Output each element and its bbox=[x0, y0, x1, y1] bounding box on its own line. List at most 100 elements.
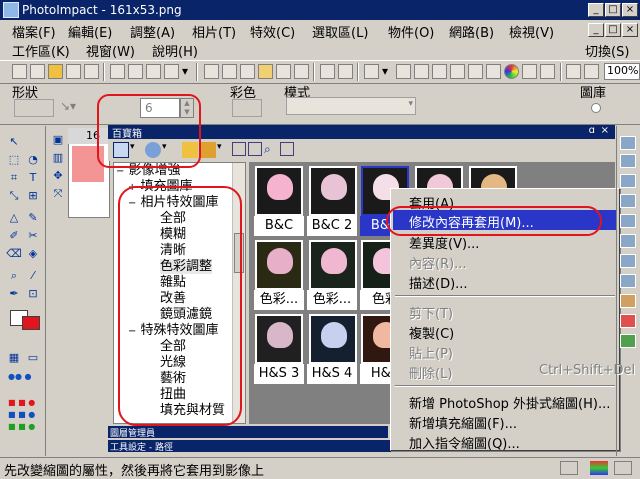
thumbnail[interactable] bbox=[255, 240, 303, 290]
search-icon[interactable]: ⌕ bbox=[264, 142, 278, 156]
color-wheel-icon[interactable] bbox=[504, 64, 519, 79]
brush-tool-icon[interactable]: ✎ bbox=[24, 210, 42, 226]
chevron-down-icon[interactable]: ▾ bbox=[217, 142, 227, 158]
panel-icon[interactable] bbox=[620, 174, 636, 188]
dropdown-arrow-icon[interactable]: ▾ bbox=[182, 64, 192, 79]
panel-icon[interactable] bbox=[620, 194, 636, 208]
strip-icon-2[interactable]: ▥ bbox=[49, 150, 67, 166]
lasso-tool-icon[interactable]: ◔ bbox=[24, 152, 42, 168]
panel-pin-icon[interactable]: ɑ bbox=[589, 125, 595, 136]
copy-icon[interactable] bbox=[240, 64, 255, 79]
open-folder-icon[interactable] bbox=[48, 64, 63, 79]
gallery-radio[interactable] bbox=[591, 103, 601, 113]
new-icon[interactable] bbox=[12, 64, 27, 79]
doc-close-button[interactable]: × bbox=[622, 23, 638, 37]
copy-icon[interactable] bbox=[280, 142, 294, 156]
crop-tool-icon[interactable]: ⌗ bbox=[5, 170, 23, 186]
paste-icon[interactable] bbox=[258, 64, 273, 79]
zoom-tool-icon[interactable]: ⌕ bbox=[5, 268, 23, 284]
mask-icons-blue[interactable]: ■ ■ ● bbox=[8, 410, 42, 419]
new-from-icon[interactable] bbox=[30, 64, 45, 79]
layer-manager-tab[interactable]: 圖層管理員 bbox=[108, 426, 388, 439]
transfer-icon[interactable] bbox=[204, 64, 219, 79]
menu-item-add-fill-thumbnail[interactable]: 新增填充縮圖(F)... bbox=[409, 413, 517, 432]
brightness-icon[interactable] bbox=[522, 64, 537, 79]
scan-icon[interactable] bbox=[164, 64, 179, 79]
strip-icon-3[interactable]: ✥ bbox=[49, 168, 67, 184]
mode-dropdown[interactable]: ▾ bbox=[286, 97, 416, 115]
view-icon[interactable] bbox=[232, 142, 246, 156]
menu-switch[interactable]: 切換(S) bbox=[585, 41, 629, 60]
menu-window[interactable]: 視窗(W) bbox=[86, 41, 135, 60]
panel-icon[interactable] bbox=[620, 334, 636, 348]
thumbnail[interactable] bbox=[309, 166, 357, 216]
hand-icon[interactable] bbox=[200, 142, 216, 158]
mask-icons-green[interactable]: ■ ■ ● bbox=[8, 422, 42, 431]
panel-icon[interactable] bbox=[620, 274, 636, 288]
resize-icon[interactable] bbox=[450, 64, 465, 79]
zoom-field[interactable]: 100% bbox=[604, 63, 640, 80]
undo-icon[interactable] bbox=[320, 64, 335, 79]
pick-tool-icon[interactable]: ↖ bbox=[5, 134, 23, 150]
print-preview-icon[interactable] bbox=[128, 64, 143, 79]
thumbnail[interactable] bbox=[255, 314, 303, 364]
color-bar-icon[interactable] bbox=[590, 461, 608, 475]
panel-icon[interactable] bbox=[620, 234, 636, 248]
panel-close-icon[interactable]: × bbox=[601, 125, 609, 136]
app-icon[interactable] bbox=[3, 2, 19, 18]
panel-icon[interactable] bbox=[620, 294, 636, 308]
dropdown-arrow-icon[interactable]: ▾ bbox=[382, 64, 392, 79]
layer-frame-icon[interactable]: ▭ bbox=[24, 350, 42, 366]
print-icon[interactable] bbox=[110, 64, 125, 79]
menu-workspace[interactable]: 工作區(K) bbox=[12, 41, 70, 60]
fit-icon[interactable] bbox=[414, 64, 429, 79]
panel-icon[interactable] bbox=[620, 214, 636, 228]
panel-icon[interactable] bbox=[620, 154, 636, 168]
grid-status-icon[interactable] bbox=[614, 461, 632, 475]
menu-item-add-command-thumbnail[interactable]: 加入指令縮圖(Q)... bbox=[409, 433, 520, 452]
properties-icon[interactable] bbox=[248, 142, 262, 156]
redo-icon[interactable] bbox=[338, 64, 353, 79]
line-style-selector[interactable]: ↘▾ bbox=[60, 99, 96, 117]
thumbnail[interactable] bbox=[309, 314, 357, 364]
clone-tool-icon[interactable]: ✂ bbox=[24, 228, 42, 244]
camera-icon[interactable] bbox=[396, 64, 411, 79]
shape-selector[interactable] bbox=[14, 99, 54, 117]
path-tool-icon[interactable]: △ bbox=[5, 210, 23, 226]
minimize-button[interactable]: _ bbox=[588, 3, 604, 17]
panel-icon[interactable] bbox=[620, 314, 636, 328]
menu-item-copy[interactable]: 複製(C) bbox=[409, 323, 454, 342]
fill-tool-icon[interactable]: ◈ bbox=[24, 246, 42, 262]
transform-tool-icon[interactable]: ⤡ bbox=[5, 188, 23, 204]
foreground-color-swatch[interactable] bbox=[22, 316, 40, 330]
eyedropper-tool-icon[interactable]: ⁄ bbox=[24, 268, 42, 284]
paste-new-icon[interactable] bbox=[276, 64, 291, 79]
text-icon[interactable] bbox=[540, 64, 555, 79]
menu-item-describe[interactable]: 描述(D)... bbox=[409, 273, 468, 292]
view-mode-icons[interactable]: ●● ● bbox=[8, 372, 38, 381]
effect-icon[interactable] bbox=[468, 64, 483, 79]
grid-tool-icon[interactable]: ⊞ bbox=[24, 188, 42, 204]
zoom-view-icon[interactable] bbox=[146, 64, 161, 79]
save-icon[interactable] bbox=[66, 64, 81, 79]
strip-icon-1[interactable]: ▣ bbox=[49, 132, 67, 148]
cut-icon[interactable] bbox=[222, 64, 237, 79]
palette-icon[interactable] bbox=[566, 64, 581, 79]
color-swatch[interactable] bbox=[232, 99, 262, 117]
object-paint-tool-icon[interactable]: ⊡ bbox=[24, 286, 42, 302]
mask-icons-red[interactable]: ■ ■ ● bbox=[8, 398, 42, 407]
thumbnail[interactable] bbox=[309, 240, 357, 290]
panel-icon[interactable] bbox=[620, 136, 636, 150]
restore-button[interactable]: □ bbox=[605, 3, 621, 17]
text-tool-icon[interactable]: T bbox=[24, 170, 42, 186]
save-as-icon[interactable] bbox=[84, 64, 99, 79]
menu-item-add-photoshop-plugin[interactable]: 新增 PhotoShop 外掛式縮圖(H)... bbox=[409, 393, 610, 412]
help-icon[interactable] bbox=[584, 64, 599, 79]
panel-icon[interactable] bbox=[620, 254, 636, 268]
doc-minimize-button[interactable]: _ bbox=[588, 23, 604, 37]
mode-icon[interactable] bbox=[364, 64, 379, 79]
strip-icon-4[interactable]: ⤧ bbox=[49, 186, 67, 202]
select-tool-icon[interactable]: ⬚ bbox=[5, 152, 23, 168]
doc-restore-button[interactable]: □ bbox=[605, 23, 621, 37]
crop-icon[interactable] bbox=[294, 64, 309, 79]
